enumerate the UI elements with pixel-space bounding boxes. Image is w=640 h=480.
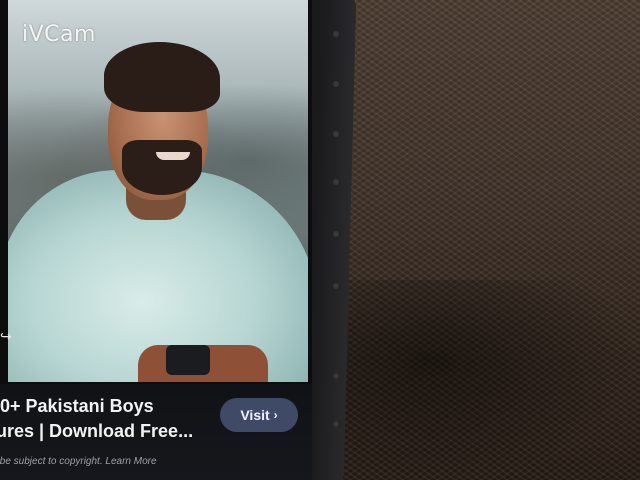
smile	[156, 152, 190, 160]
copyright-note[interactable]: s be subject to copyright. Learn More	[0, 456, 157, 467]
phone-edge-dot	[332, 80, 340, 88]
camera-frame: ↪ 00+ Pakistani Boys tures | Download Fr…	[0, 0, 640, 480]
caption-title[interactable]: 00+ Pakistani Boys tures | Download Free…	[0, 394, 210, 444]
share-icon[interactable]: ↪	[0, 328, 12, 345]
phone-screen: ↪ 00+ Pakistani Boys tures | Download Fr…	[0, 0, 312, 480]
hair	[104, 42, 220, 112]
visit-label: Visit	[240, 407, 270, 423]
table-shadow	[340, 280, 640, 480]
phone-edge-dot	[332, 282, 340, 290]
phone-edge-dot	[332, 178, 340, 186]
phone-edge-dot	[332, 372, 340, 380]
caption-title-line-2: tures | Download Free...	[0, 421, 194, 441]
beard	[122, 140, 202, 195]
phone-edge-dot	[332, 230, 340, 238]
result-image[interactable]	[8, 0, 308, 382]
result-caption: 00+ Pakistani Boys tures | Download Free…	[0, 384, 312, 480]
handheld-device	[166, 345, 210, 375]
chevron-right-icon: ›	[273, 408, 278, 422]
phone-edge-dot	[332, 30, 340, 38]
ivcam-watermark: iVCam	[22, 22, 96, 47]
caption-title-line-1: 00+ Pakistani Boys	[0, 396, 154, 416]
phone-edge-dot	[332, 420, 340, 428]
visit-button[interactable]: Visit ›	[220, 398, 298, 432]
phone-edge-dot	[332, 130, 340, 138]
